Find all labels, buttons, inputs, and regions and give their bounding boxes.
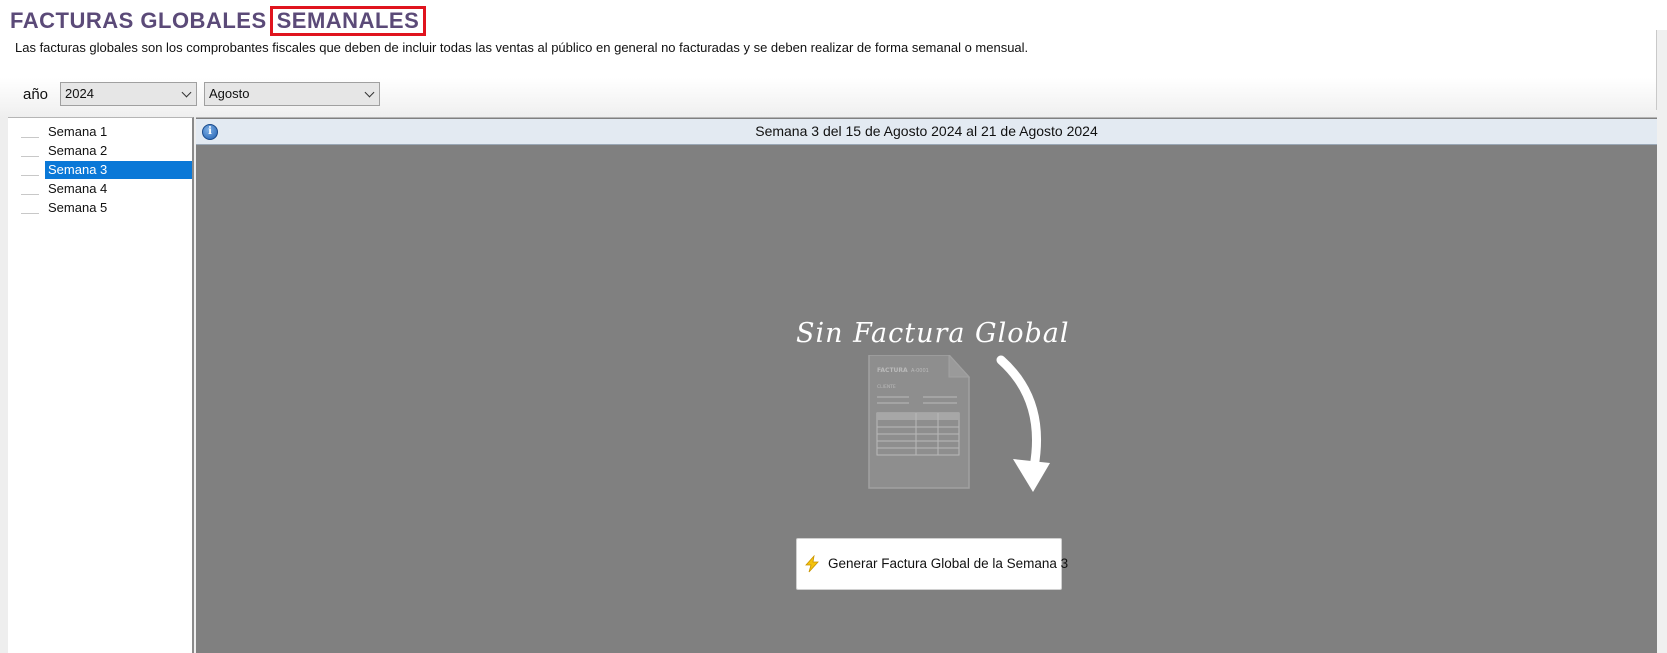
tree-item-semana-1[interactable]: Semana 1 (8, 123, 192, 142)
page-title: FACTURAS GLOBALES SEMANALES (10, 6, 427, 36)
week-range-text: Semana 3 del 15 de Agosto 2024 al 21 de … (755, 123, 1098, 139)
year-select[interactable]: 2024 (60, 82, 197, 106)
invoice-document-icon: FACTURA A-0001 CLIENTE (868, 355, 1050, 492)
chevron-down-icon (181, 87, 192, 98)
week-tree: Semana 1 Semana 2 Semana 3 Semana 4 Sema… (8, 117, 194, 653)
generate-button-label: Generar Factura Global de la Semana 3 (828, 556, 1069, 571)
tree-item-semana-2[interactable]: Semana 2 (8, 142, 192, 161)
tree-item-label: Semana 2 (48, 143, 108, 158)
tree-item-label: Semana 3 (45, 161, 192, 179)
generate-global-invoice-button[interactable]: Generar Factura Global de la Semana 3 (796, 538, 1068, 590)
facturas-globales-window: FACTURAS GLOBALES SEMANALES Las facturas … (0, 0, 1667, 653)
tree-item-label: Semana 4 (48, 181, 108, 196)
page-description: Las facturas globales son los comprobant… (15, 40, 1029, 55)
tree-item-semana-5[interactable]: Semana 5 (8, 199, 192, 218)
empty-state-title: Sin Factura Global (796, 318, 1070, 349)
tree-item-label: Semana 1 (48, 124, 108, 139)
page-title-highlight: SEMANALES (269, 6, 427, 36)
tree-branch-line (21, 137, 39, 138)
tree-item-semana-3[interactable]: Semana 3 (8, 161, 192, 180)
chevron-down-icon (364, 87, 375, 98)
window-edge (1657, 30, 1667, 653)
doc-number-text: A-0001 (911, 368, 929, 374)
tree-branch-line (21, 175, 39, 176)
year-select-value: 2024 (65, 86, 94, 101)
tree-branch-line (21, 156, 39, 157)
year-label: año (23, 86, 49, 103)
month-select[interactable]: Agosto (204, 82, 380, 106)
tree-item-label: Semana 5 (48, 200, 108, 215)
tree-branch-line (21, 194, 39, 195)
doc-client-text: CLIENTE (877, 384, 896, 390)
tree-branch-line (21, 213, 39, 214)
info-bar: i Semana 3 del 15 de Agosto 2024 al 21 d… (196, 119, 1657, 145)
month-select-value: Agosto (209, 86, 250, 101)
lightning-bolt-icon (805, 555, 819, 573)
week-detail-panel: i Semana 3 del 15 de Agosto 2024 al 21 d… (196, 117, 1657, 653)
tree-item-semana-4[interactable]: Semana 4 (8, 180, 192, 199)
curved-arrow-icon (996, 355, 1050, 492)
doc-heading-text: FACTURA (877, 367, 908, 374)
page-title-main: FACTURAS GLOBALES (10, 8, 267, 33)
